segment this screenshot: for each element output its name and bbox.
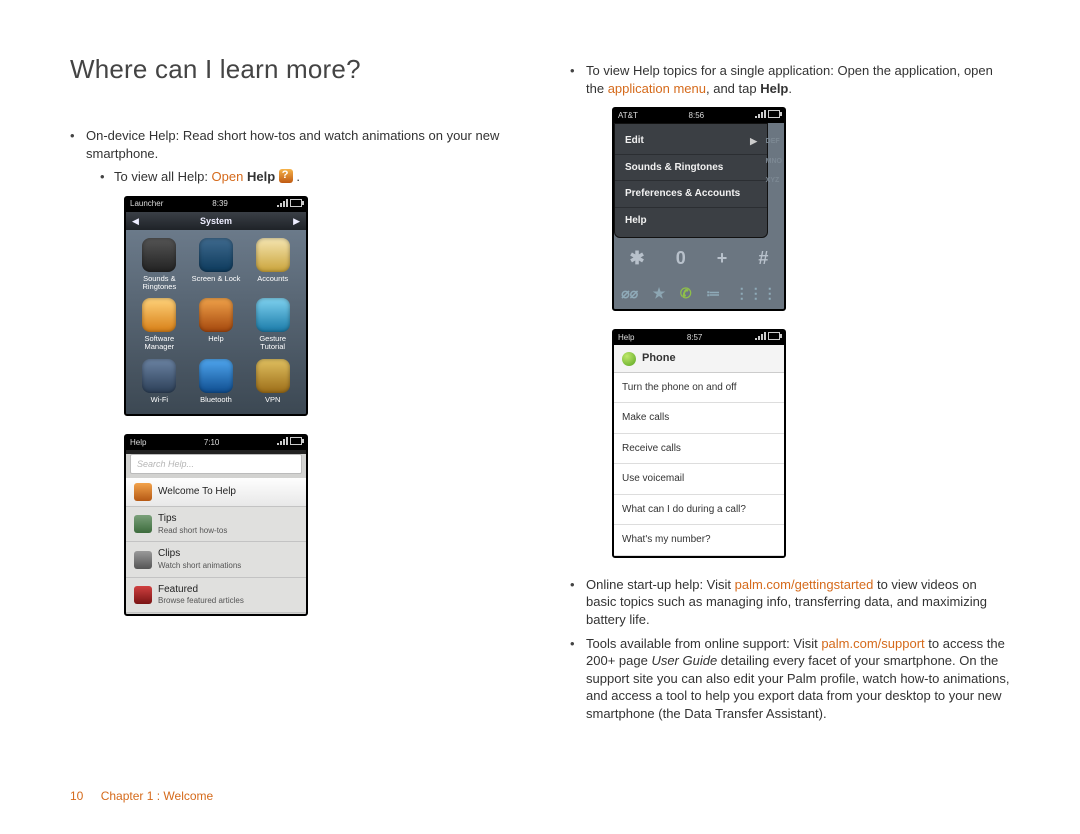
right-column: To view Help topics for a single applica… xyxy=(570,52,1010,728)
list-item[interactable]: Welcome To Help xyxy=(126,478,306,507)
menu-item[interactable]: Preferences & Accounts xyxy=(615,181,767,208)
menu-item[interactable]: Edit▶ xyxy=(615,128,767,155)
list-item[interactable]: FeaturedBrowse featured articles xyxy=(126,578,306,613)
menu-item[interactable]: Help xyxy=(615,208,767,234)
app-icon[interactable]: VPN xyxy=(247,359,298,404)
help-section-header[interactable]: Phone xyxy=(614,345,784,373)
carrier-label: Launcher xyxy=(130,199,163,210)
keypad-hint: MNO xyxy=(766,157,782,166)
support-link[interactable]: palm.com/support xyxy=(821,636,924,651)
voicemail-icon[interactable]: ⌀⌀ xyxy=(621,284,638,303)
signal-icon xyxy=(277,437,288,445)
time-label: 7:10 xyxy=(146,438,276,449)
list-item[interactable]: ClipsWatch short animations xyxy=(126,542,306,577)
carrier-label: Help xyxy=(618,333,634,344)
list-icon[interactable]: ≔ xyxy=(706,284,720,303)
chevron-left-icon[interactable]: ◀ xyxy=(132,215,139,227)
app-icon[interactable]: Accounts xyxy=(247,238,298,291)
page-title: Where can I learn more? xyxy=(70,52,510,87)
search-input[interactable]: Search Help... xyxy=(130,454,302,474)
chevron-right-icon: ▶ xyxy=(750,135,757,147)
help-topic[interactable]: Use voicemail xyxy=(614,464,784,495)
app-icon[interactable]: Screen & Lock xyxy=(191,238,242,291)
dial-key[interactable]: 0 xyxy=(676,246,686,270)
section-title: System xyxy=(139,215,293,227)
app-icon[interactable]: Software Manager xyxy=(134,298,185,351)
help-icon xyxy=(279,169,293,183)
star-icon[interactable]: ★ xyxy=(653,284,666,303)
carrier-label: AT&T xyxy=(618,111,638,122)
screenshot-phone-help: Help 8:57 Phone Turn the phone on and of… xyxy=(612,329,786,558)
left-column: Where can I learn more? On-device Help: … xyxy=(70,52,510,728)
help-topic[interactable]: What's my number? xyxy=(614,525,784,556)
list-item[interactable]: TipsRead short how-tos xyxy=(126,507,306,542)
app-menu[interactable]: Edit▶Sounds & RingtonesPreferences & Acc… xyxy=(614,123,768,238)
carrier-label: Help xyxy=(130,438,146,449)
dial-key[interactable]: ✱ xyxy=(630,246,645,270)
page-number: 10 xyxy=(70,789,83,803)
screenshot-help-list: Help 7:10 Search Help... Welcome To Help… xyxy=(124,434,308,616)
app-icon[interactable]: Help xyxy=(191,298,242,351)
gettingstarted-link[interactable]: palm.com/gettingstarted xyxy=(735,577,874,592)
battery-icon xyxy=(768,110,780,118)
phone-icon xyxy=(622,352,636,366)
dial-key[interactable]: # xyxy=(758,246,768,270)
left-intro: On-device Help: Read short how-tos and w… xyxy=(70,127,510,616)
time-label: 8:56 xyxy=(638,111,755,122)
signal-icon xyxy=(755,332,766,340)
help-topic[interactable]: Turn the phone on and off xyxy=(614,373,784,404)
app-icon[interactable]: Bluetooth xyxy=(191,359,242,404)
battery-icon xyxy=(768,332,780,340)
view-all-help-line: To view all Help: Open Help . xyxy=(100,168,510,186)
dialpad-icon[interactable]: ⋮⋮⋮ xyxy=(735,284,777,303)
battery-icon xyxy=(290,199,302,207)
online-startup-bullet: Online start-up help: Visit palm.com/get… xyxy=(570,576,1010,629)
menu-item[interactable]: Sounds & Ringtones xyxy=(615,155,767,182)
screenshot-app-menu: AT&T 8:56 Edit▶Sounds & RingtonesPrefere… xyxy=(612,107,786,311)
help-topic[interactable]: What can I do during a call? xyxy=(614,495,784,526)
signal-icon xyxy=(755,110,766,118)
screenshot-launcher: Launcher 8:39 ◀System▶ Sounds & Ringtone… xyxy=(124,196,308,416)
battery-icon xyxy=(290,437,302,445)
time-label: 8:57 xyxy=(634,333,754,344)
chapter-label: Chapter 1 : Welcome xyxy=(101,789,214,803)
app-icon[interactable]: Wi-Fi xyxy=(134,359,185,404)
chevron-right-icon[interactable]: ▶ xyxy=(293,215,300,227)
help-topic[interactable]: Receive calls xyxy=(614,434,784,465)
app-icon[interactable]: Sounds & Ringtones xyxy=(134,238,185,291)
page-footer: 10 Chapter 1 : Welcome xyxy=(70,788,213,804)
application-menu-link[interactable]: application menu xyxy=(608,81,706,96)
keypad-hint: DEF xyxy=(766,137,782,146)
signal-icon xyxy=(277,199,288,207)
online-support-bullet: Tools available from online support: Vis… xyxy=(570,635,1010,723)
dial-key[interactable]: + xyxy=(717,246,728,270)
time-label: 8:39 xyxy=(163,199,276,210)
page: Where can I learn more? On-device Help: … xyxy=(0,0,1080,834)
keypad-hint: XYZ xyxy=(766,176,782,185)
right-top-bullet: To view Help topics for a single applica… xyxy=(570,62,1010,558)
call-icon[interactable]: ✆ xyxy=(680,284,692,303)
app-icon[interactable]: Gesture Tutorial xyxy=(247,298,298,351)
help-topic[interactable]: Make calls xyxy=(614,403,784,434)
open-link[interactable]: Open xyxy=(212,169,247,184)
